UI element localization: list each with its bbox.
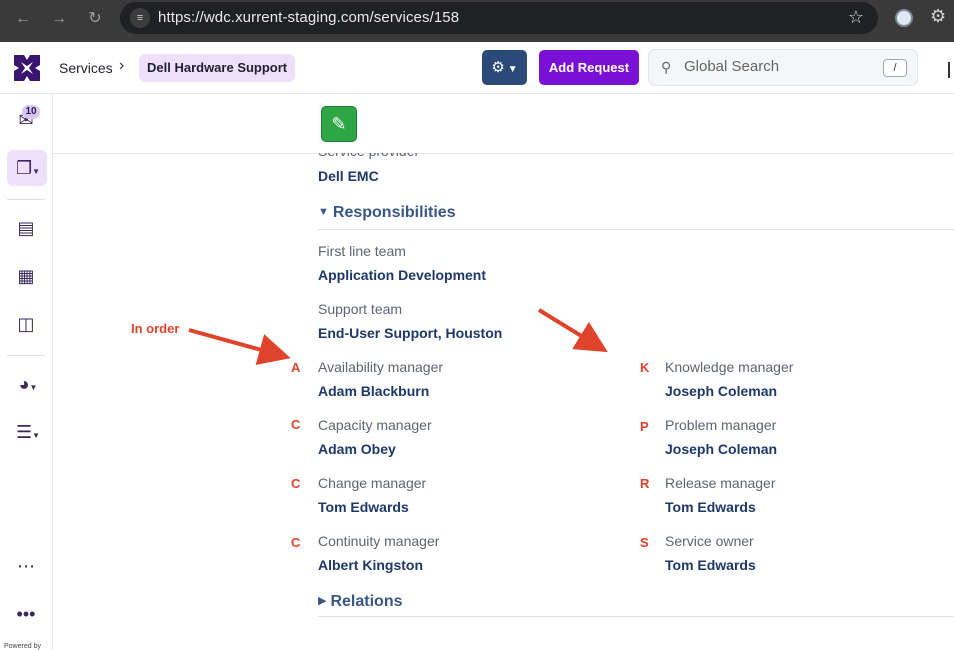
xurrent-logo-icon[interactable]	[12, 53, 42, 83]
sidebar-divider	[7, 199, 45, 200]
back-arrow-icon[interactable]: ←	[12, 8, 34, 30]
caret-right-icon: ▶	[318, 595, 327, 607]
powered-by-text: Powered by	[4, 643, 41, 650]
annotation-arrow-right	[537, 308, 608, 353]
header-menu-edge[interactable]	[948, 62, 950, 78]
continuity-manager-value[interactable]: Albert Kingston	[318, 557, 423, 573]
annotation-letter: P	[640, 419, 649, 434]
breadcrumb-current: Dell Hardware Support	[139, 54, 296, 82]
knowledge-manager-value[interactable]: Joseph Coleman	[665, 383, 777, 399]
first-line-team-label: First line team	[318, 243, 406, 259]
apps-grid-icon[interactable]: ⋯	[14, 554, 38, 578]
annotation-letter: S	[640, 535, 649, 550]
analytics-pie-icon[interactable]: ◕▼	[16, 372, 40, 396]
breadcrumb-services[interactable]: Services	[59, 60, 113, 76]
inbox-count-badge: 10	[22, 105, 40, 119]
search-shortcut-key: /	[883, 59, 907, 77]
availability-manager-value[interactable]: Adam Blackburn	[318, 383, 429, 399]
extension-gear-icon[interactable]: ⚙	[930, 6, 946, 27]
first-line-team-value[interactable]: Application Development	[318, 267, 486, 283]
app-header: Services › Dell Hardware Support ⚙ ▼ Add …	[0, 42, 954, 94]
bookmark-star-icon[interactable]: ☆	[848, 7, 864, 28]
relations-title: Relations	[330, 593, 403, 610]
service-owner-label: Service owner	[665, 533, 754, 549]
responsibilities-title: Responsibilities	[332, 204, 456, 221]
annotation-letter: C	[291, 535, 301, 550]
problem-manager-value[interactable]: Joseph Coleman	[665, 441, 777, 457]
workflow-icon[interactable]: ◫	[14, 312, 38, 336]
continuity-manager-label: Continuity manager	[318, 533, 440, 549]
url-text[interactable]: https://wdc.xurrent-staging.com/services…	[158, 9, 459, 26]
reload-icon[interactable]: ↻	[84, 8, 106, 30]
annotation-letter: C	[291, 476, 301, 491]
annotation-letter: R	[640, 476, 650, 491]
settings-menu-button[interactable]: ⚙ ▼	[482, 50, 527, 85]
more-icon[interactable]: •••	[14, 602, 38, 626]
record-toolbar: ✎	[53, 94, 954, 154]
knowledge-manager-label: Knowledge manager	[665, 359, 794, 375]
address-bar[interactable]: ≡ https://wdc.xurrent-staging.com/servic…	[120, 2, 878, 34]
service-provider-value[interactable]: Dell EMC	[318, 168, 379, 184]
annotation-letter: K	[640, 360, 650, 375]
responsibilities-section-toggle[interactable]: ▼ Responsibilities	[318, 204, 456, 222]
availability-manager-label: Availability manager	[318, 359, 444, 375]
caret-down-icon: ▼	[318, 206, 329, 218]
browser-chrome: ← → ↻ ≡ https://wdc.xurrent-staging.com/…	[0, 0, 954, 42]
pencil-icon: ✎	[331, 114, 347, 134]
problem-manager-label: Problem manager	[665, 417, 777, 433]
service-owner-value[interactable]: Tom Edwards	[665, 557, 756, 573]
support-team-label: Support team	[318, 301, 403, 317]
search-icon: ⚲	[661, 59, 672, 75]
extension-icon[interactable]	[895, 9, 913, 27]
library-icon[interactable]: ▦	[14, 264, 38, 288]
change-manager-label: Change manager	[318, 475, 427, 491]
capacity-manager-value[interactable]: Adam Obey	[318, 441, 396, 457]
annotation-arrow-left	[188, 328, 291, 366]
chevron-right-icon: ›	[119, 57, 125, 74]
sidebar-divider	[7, 355, 45, 356]
edit-pencil-button[interactable]: ✎	[321, 106, 357, 142]
section-divider	[318, 229, 954, 230]
ticket-icon[interactable]: ▤	[14, 216, 38, 240]
support-team-value[interactable]: End-User Support, Houston	[318, 325, 502, 341]
annotation-letter: C	[291, 417, 301, 432]
add-request-button[interactable]: Add Request	[539, 50, 639, 85]
section-divider	[318, 616, 954, 617]
copy-records-icon[interactable]: ❐▼	[16, 156, 40, 180]
release-manager-label: Release manager	[665, 475, 776, 491]
annotation-letter: A	[291, 360, 301, 375]
site-settings-icon[interactable]: ≡	[130, 8, 150, 28]
relations-section-toggle[interactable]: ▶ Relations	[318, 593, 402, 611]
forward-arrow-icon[interactable]: →	[48, 8, 70, 30]
release-manager-value[interactable]: Tom Edwards	[665, 499, 756, 515]
caret-down-icon: ▼	[507, 64, 518, 75]
gear-icon: ⚙	[491, 59, 505, 76]
annotation-note: In order	[131, 321, 180, 336]
global-search[interactable]: ⚲ /	[648, 49, 918, 86]
capacity-manager-label: Capacity manager	[318, 417, 432, 433]
settings-sliders-icon[interactable]: ☰▼	[16, 420, 40, 444]
search-input[interactable]	[684, 58, 884, 75]
change-manager-value[interactable]: Tom Edwards	[318, 499, 409, 515]
left-sidebar: ✉ 10 ❐▼ ▤ ▦ ◫ ◕▼ ☰▼ ⋯ ••• Powered by	[0, 94, 53, 650]
